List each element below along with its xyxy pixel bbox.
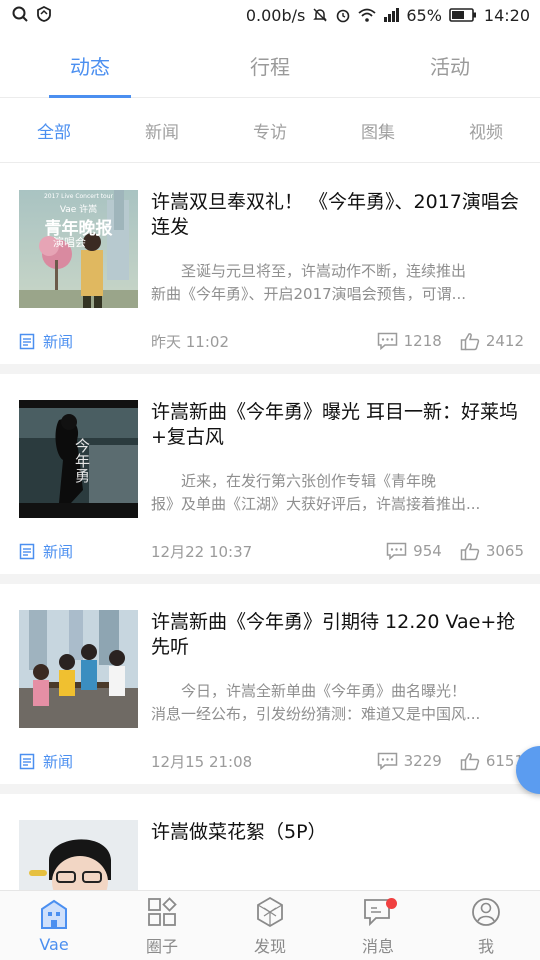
- summary-line: 消息一经公布，引发纷纷猜测：难道又是中国风...: [151, 705, 481, 723]
- thumbs-up-icon: [460, 752, 480, 770]
- comment-count-value: 1218: [403, 332, 442, 350]
- home-icon: [37, 897, 71, 931]
- summary-line: 近来，在发行第六张创作专辑《青年晚: [181, 472, 437, 490]
- nav-label: 我: [477, 936, 494, 956]
- article-thumbnail[interactable]: 今年勇: [19, 400, 138, 518]
- article-footer: 新闻 12月22 10:37 954 3065: [19, 538, 524, 564]
- grid-icon: [145, 895, 179, 929]
- publish-time: 12月22 10:37: [151, 542, 253, 561]
- discover-icon: [253, 895, 287, 929]
- category-tag[interactable]: 新闻: [19, 331, 151, 352]
- mute-icon: [312, 7, 328, 26]
- news-card[interactable]: 许嵩新曲《今年勇》引期待 12.20 Vae+抢先听 今日，许嵩全新单曲《今年勇…: [0, 584, 540, 794]
- category-tag[interactable]: 新闻: [19, 541, 151, 562]
- wifi-icon: [358, 7, 376, 26]
- article-thumbnail[interactable]: 2017 Live Concert tour Vae 许嵩 青年晚报 演唱会: [19, 190, 138, 308]
- category-news[interactable]: 新闻: [108, 99, 216, 162]
- like-count-value: 2412: [485, 332, 524, 350]
- article-footer: 新闻 昨天 11:02 1218 2412: [19, 328, 524, 354]
- like-count[interactable]: 2412: [460, 332, 524, 351]
- thumb-title: 今年勇: [73, 438, 91, 483]
- category-all[interactable]: 全部: [0, 99, 108, 162]
- like-count-value: 3065: [485, 542, 524, 560]
- summary-line: 今日，许嵩全新单曲《今年勇》曲名曝光！: [181, 682, 467, 700]
- thumbs-up-icon: [460, 542, 480, 560]
- summary-line: 报》及单曲《江湖》大获好评后，许嵩接着推出...: [151, 495, 481, 513]
- comment-icon: [386, 542, 407, 560]
- nav-profile[interactable]: 我: [432, 891, 540, 960]
- bottom-navigation: Vae 圈子 发现 消息 我: [0, 890, 540, 960]
- nav-circle[interactable]: 圈子: [108, 891, 216, 960]
- document-icon: [19, 543, 35, 559]
- article-title[interactable]: 许嵩做菜花絮（5P）: [151, 820, 521, 845]
- shield-icon: [36, 5, 52, 26]
- search-app-icon: [12, 6, 28, 26]
- category-tag[interactable]: 新闻: [19, 751, 151, 772]
- summary-line: 新曲《今年勇》、开启2017演唱会预售，可谓...: [151, 285, 466, 303]
- publish-time: 昨天 11:02: [151, 332, 229, 351]
- publish-time: 12月15 21:08: [151, 752, 253, 771]
- comment-count[interactable]: 954: [386, 542, 442, 560]
- category-tabs: 全部 新闻 专访 图集 视频: [0, 99, 540, 163]
- nav-label: Vae: [39, 935, 69, 954]
- category-tag-label: 新闻: [43, 752, 74, 771]
- comment-count[interactable]: 3229: [377, 752, 442, 770]
- article-thumbnail[interactable]: [19, 610, 138, 728]
- news-feed: 2017 Live Concert tour Vae 许嵩 青年晚报 演唱会 许…: [0, 164, 540, 890]
- article-summary: 近来，在发行第六张创作专辑《青年晚 报》及单曲《江湖》大获好评后，许嵩接着推出.…: [151, 470, 513, 516]
- news-card[interactable]: 许嵩做菜花絮（5P）: [0, 794, 540, 890]
- notification-badge: [386, 898, 397, 909]
- comment-icon: [377, 332, 397, 350]
- nav-label: 消息: [361, 936, 394, 956]
- comment-count-value: 954: [413, 542, 442, 560]
- thumb-subtitle: 演唱会: [53, 236, 86, 249]
- tab-schedule[interactable]: 行程: [180, 34, 360, 97]
- comment-icon: [377, 752, 397, 770]
- comment-count-value: 3229: [403, 752, 442, 770]
- nav-discover[interactable]: 发现: [216, 891, 324, 960]
- battery-percent: 65%: [406, 6, 442, 25]
- like-count[interactable]: 3065: [460, 542, 524, 561]
- thumb-caption: 2017 Live Concert tour: [43, 193, 113, 200]
- category-tag-label: 新闻: [43, 332, 74, 351]
- thumbs-up-icon: [460, 332, 480, 350]
- comment-count[interactable]: 1218: [377, 332, 442, 350]
- status-bar: 0.00b/s 65% 14:20: [0, 0, 540, 32]
- article-summary: 今日，许嵩全新单曲《今年勇》曲名曝光！ 消息一经公布，引发纷纷猜测：难道又是中国…: [151, 680, 513, 726]
- news-card[interactable]: 2017 Live Concert tour Vae 许嵩 青年晚报 演唱会 许…: [0, 164, 540, 374]
- nav-label: 发现: [253, 936, 286, 956]
- signal-icon: [383, 7, 400, 25]
- alarm-icon: [335, 7, 351, 26]
- nav-label: 圈子: [145, 936, 178, 956]
- tab-events[interactable]: 活动: [360, 34, 540, 97]
- category-video[interactable]: 视频: [432, 99, 540, 162]
- article-thumbnail[interactable]: [19, 820, 138, 890]
- document-icon: [19, 753, 35, 769]
- article-title[interactable]: 许嵩新曲《今年勇》曝光 耳目一新：好莱坞+复古风: [151, 400, 521, 450]
- article-summary: 圣诞与元旦将至，许嵩动作不断，连续推出 新曲《今年勇》、开启2017演唱会预售，…: [151, 260, 513, 306]
- document-icon: [19, 333, 35, 349]
- category-tag-label: 新闻: [43, 542, 74, 561]
- nav-messages[interactable]: 消息: [324, 891, 432, 960]
- article-title[interactable]: 许嵩新曲《今年勇》引期待 12.20 Vae+抢先听: [151, 610, 521, 660]
- clock: 14:20: [483, 6, 530, 25]
- like-count[interactable]: 6151: [460, 752, 524, 771]
- article-title[interactable]: 许嵩双旦奉双礼！ 《今年勇》、2017演唱会连发: [151, 190, 521, 240]
- profile-icon: [469, 895, 503, 929]
- category-interview[interactable]: 专访: [216, 99, 324, 162]
- category-gallery[interactable]: 图集: [324, 99, 432, 162]
- main-tabs: 动态 行程 活动: [0, 34, 540, 98]
- nav-vae[interactable]: Vae: [0, 891, 108, 960]
- net-speed: 0.00b/s: [245, 6, 306, 25]
- summary-line: 圣诞与元旦将至，许嵩动作不断，连续推出: [181, 262, 467, 280]
- news-card[interactable]: 今年勇 许嵩新曲《今年勇》曝光 耳目一新：好莱坞+复古风 近来，在发行第六张创作…: [0, 374, 540, 584]
- battery-icon: [449, 7, 477, 25]
- article-footer: 新闻 12月15 21:08 3229 6151: [19, 748, 524, 774]
- tab-dynamic[interactable]: 动态: [0, 34, 180, 97]
